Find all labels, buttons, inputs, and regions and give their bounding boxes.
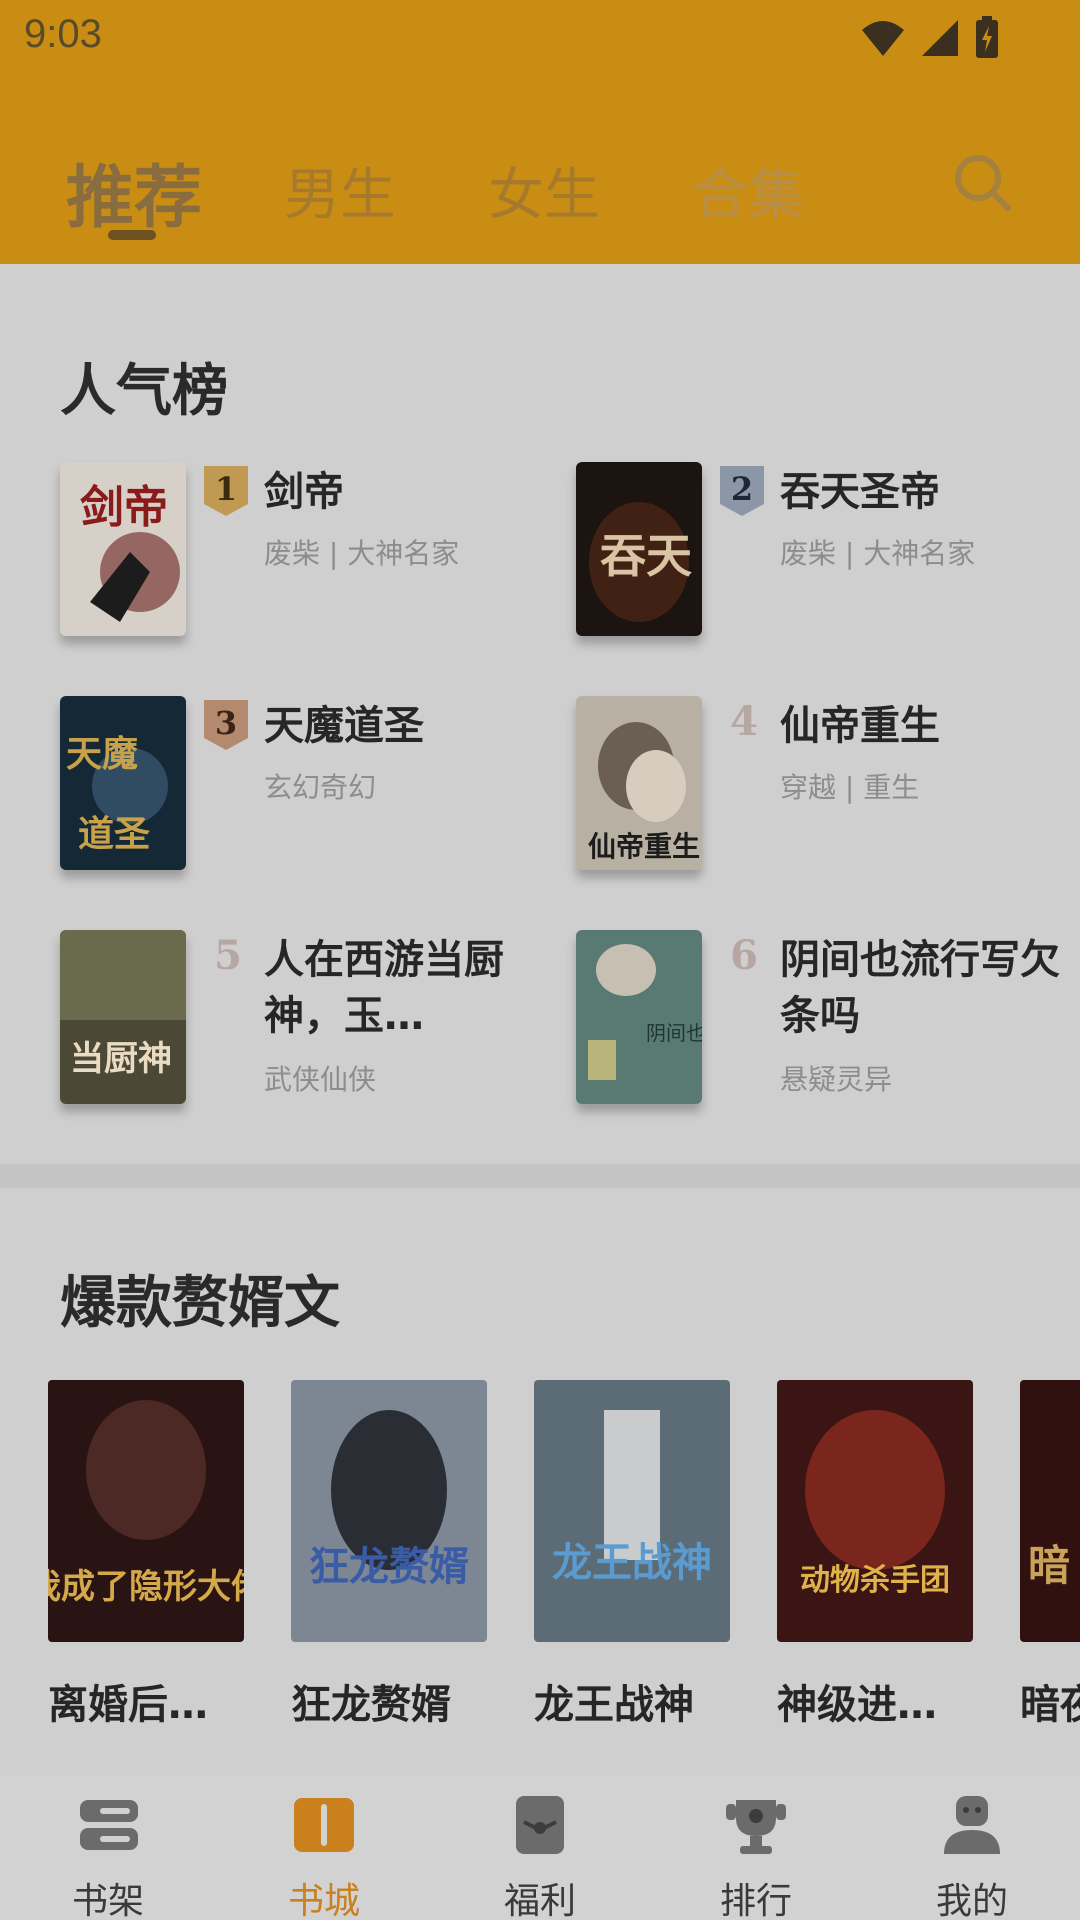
rank-number: 5	[214, 932, 242, 979]
wifi-icon	[862, 21, 904, 56]
app-header: 9:03 推荐 男生 女生 合集	[0, 0, 1080, 264]
book-cover[interactable]: 仙帝重生	[576, 696, 702, 870]
tab-male[interactable]: 男生	[284, 150, 396, 231]
nav-label: 我的	[935, 1881, 1008, 1920]
book-cover[interactable]: 吞天	[576, 462, 702, 636]
rank-item[interactable]: 阴间也流行 6 阴间也流行写欠条吗 悬疑灵异	[576, 930, 1080, 1110]
rank-number: 6	[730, 932, 758, 979]
svg-text:3: 3	[215, 704, 237, 742]
book-card[interactable]: 龙王战神	[534, 1380, 730, 1642]
bronze-rank-badge-icon: 3	[204, 700, 248, 750]
tab-bar: 推荐 男生 女生 合集	[0, 140, 1080, 240]
status-bar: 9:03	[0, 0, 1080, 80]
svg-text:龙王战神: 龙王战神	[552, 1539, 712, 1586]
bookshelf-icon	[80, 1800, 138, 1850]
user-icon	[944, 1796, 1000, 1854]
book-cover[interactable]: 动物杀手团	[777, 1380, 973, 1642]
svg-text:仙帝重生: 仙帝重生	[588, 830, 700, 863]
book-cover[interactable]: 狂龙赘婿	[291, 1380, 487, 1642]
book-cover[interactable]: 当厨神	[60, 930, 186, 1104]
rank-subtitle: 废柴 | 大神名家	[780, 537, 976, 570]
svg-text:1: 1	[215, 470, 237, 508]
book-cover[interactable]: 暗	[1020, 1380, 1080, 1642]
bottom-navigation: 书架 书城 福利 排行 我的	[0, 1776, 1080, 1920]
trophy-icon	[726, 1800, 786, 1854]
book-cover[interactable]: 剑帝	[60, 462, 186, 636]
book-card[interactable]: 狂龙赘婿	[291, 1380, 487, 1642]
svg-text:2: 2	[731, 470, 753, 508]
rank-title: 天魔道圣	[264, 703, 424, 749]
tab-active-indicator	[108, 230, 156, 240]
book-title: 龙王战神	[534, 1682, 694, 1728]
svg-text:剑帝: 剑帝	[80, 482, 168, 533]
book-card[interactable]: 动物杀手团	[777, 1380, 973, 1642]
rank-subtitle: 玄幻奇幻	[264, 771, 377, 804]
svg-text:狂龙赘婿: 狂龙赘婿	[309, 1543, 469, 1590]
book-cover[interactable]: 龙王战神	[534, 1380, 730, 1642]
rank-item[interactable]: 剑帝 1 剑帝 废柴 | 大神名家	[60, 462, 580, 642]
nav-label: 福利	[503, 1881, 576, 1920]
svg-text:当厨神: 当厨神	[70, 1039, 172, 1079]
main-content[interactable]: 人气榜 剑帝 1 剑帝 废柴 | 大神名家 吞天 2 吞天圣帝 废柴 | 大神名…	[0, 264, 1080, 1776]
nav-profile[interactable]: 我的	[912, 1794, 1032, 1920]
signal-icon	[922, 20, 958, 56]
svg-text:天魔: 天魔	[66, 733, 138, 775]
rank-subtitle: 穿越 | 重生	[780, 771, 920, 804]
rank-title: 剑帝	[264, 469, 344, 515]
rank-subtitle: 废柴 | 大神名家	[264, 537, 460, 570]
nav-label: 书城	[287, 1881, 360, 1920]
status-icons	[860, 16, 1000, 60]
rank-subtitle: 武侠仙侠	[264, 1063, 377, 1096]
gift-icon	[516, 1796, 564, 1854]
nav-ranking[interactable]: 排行	[696, 1794, 816, 1920]
rank-item[interactable]: 吞天 2 吞天圣帝 废柴 | 大神名家	[576, 462, 1080, 642]
book-cover[interactable]: 我成了隐形大佬	[48, 1380, 244, 1642]
rank-number: 4	[730, 698, 758, 745]
svg-text:暗: 暗	[1028, 1541, 1070, 1590]
book-title: 暗夜	[1020, 1682, 1080, 1728]
section-divider	[0, 1164, 1080, 1188]
book-cover[interactable]: 天魔 道圣	[60, 696, 186, 870]
nav-label: 排行	[719, 1881, 792, 1920]
rank-item[interactable]: 当厨神 5 人在西游当厨神，玉… 武侠仙侠	[60, 930, 580, 1110]
book-title: 狂龙赘婿	[291, 1682, 451, 1728]
rank-item[interactable]: 天魔 道圣 3 天魔道圣 玄幻奇幻	[60, 696, 580, 876]
rank-title: 人在西游当厨神，玉…	[264, 937, 504, 1039]
book-title: 神级进…	[777, 1682, 937, 1728]
open-book-icon	[294, 1798, 354, 1852]
svg-text:动物杀手团: 动物杀手团	[800, 1563, 950, 1598]
gold-rank-badge-icon: 1	[204, 466, 248, 516]
section-title-popular: 人气榜	[60, 359, 228, 424]
tab-recommend[interactable]: 推荐	[66, 142, 202, 241]
svg-text:吞天: 吞天	[600, 529, 692, 583]
svg-text:阴间也流行: 阴间也流行	[646, 1021, 702, 1045]
nav-label: 书架	[71, 1881, 144, 1920]
rank-title: 阴间也流行写欠条吗	[780, 937, 1060, 1039]
book-cover[interactable]: 阴间也流行	[576, 930, 702, 1104]
nav-welfare[interactable]: 福利	[480, 1794, 600, 1920]
battery-icon	[976, 16, 998, 58]
svg-text:道圣: 道圣	[78, 813, 150, 855]
rank-title: 吞天圣帝	[780, 469, 940, 515]
status-time: 9:03	[24, 12, 102, 56]
rank-item[interactable]: 仙帝重生 4 仙帝重生 穿越 | 重生	[576, 696, 1080, 876]
book-title: 离婚后…	[48, 1682, 208, 1728]
rank-subtitle: 悬疑灵异	[780, 1063, 893, 1096]
tab-collection[interactable]: 合集	[692, 150, 804, 231]
nav-bookshelf[interactable]: 书架	[48, 1794, 168, 1920]
silver-rank-badge-icon: 2	[720, 466, 764, 516]
svg-text:我成了隐形大佬: 我成了隐形大佬	[48, 1567, 244, 1607]
search-icon[interactable]	[952, 152, 1014, 214]
rank-title: 仙帝重生	[780, 703, 940, 749]
book-card[interactable]: 暗	[1020, 1380, 1080, 1642]
nav-bookstore[interactable]: 书城	[264, 1794, 384, 1920]
tab-female[interactable]: 女生	[488, 150, 600, 231]
section-title-explosive: 爆款赘婿文	[60, 1271, 340, 1336]
book-card[interactable]: 我成了隐形大佬	[48, 1380, 244, 1642]
